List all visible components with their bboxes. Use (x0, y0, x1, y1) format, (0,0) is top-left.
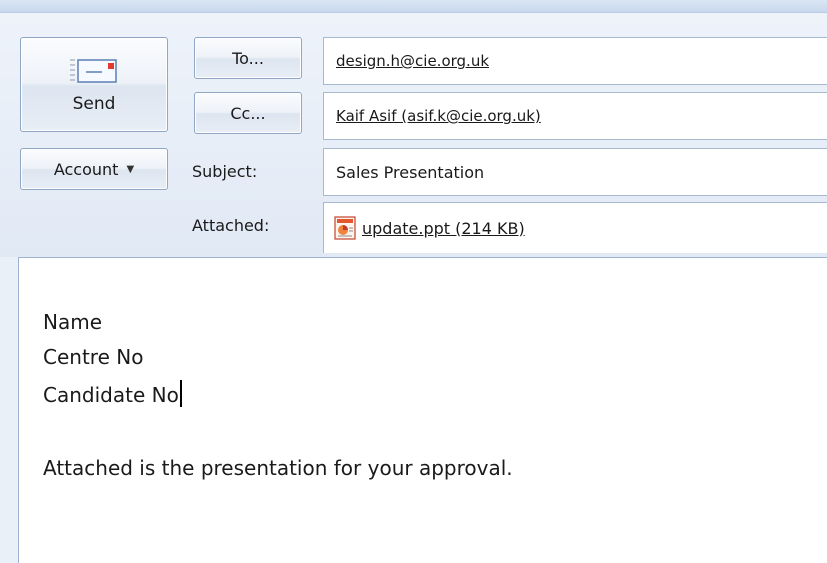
cc-field[interactable]: Kaif Asif (asif.k@cie.org.uk) (323, 92, 827, 140)
text-cursor (179, 380, 182, 407)
body-line-name: Name (43, 310, 103, 334)
body-line-message: Attached is the presentation for your ap… (43, 456, 513, 480)
account-button-label: Account (53, 159, 119, 179)
send-label: Send (72, 93, 116, 114)
attachment-link[interactable]: update.ppt (214 KB) (362, 219, 525, 238)
subject-label: Subject: (192, 162, 258, 181)
body-line-candidate-text: Candidate No (43, 383, 179, 407)
cc-button-label: Cc... (230, 103, 266, 123)
attachment-field: update.ppt (214 KB) (323, 202, 827, 253)
message-body[interactable]: Name Centre No Candidate No Attached is … (18, 257, 827, 563)
send-button[interactable]: Send (20, 37, 168, 132)
window-top-band (0, 0, 827, 13)
subject-field[interactable]: Sales Presentation (323, 148, 827, 196)
to-button[interactable]: To... (194, 37, 302, 79)
to-field[interactable]: design.h@cie.org.uk (323, 37, 827, 85)
to-recipient[interactable]: design.h@cie.org.uk (336, 52, 489, 70)
powerpoint-file-icon[interactable] (334, 216, 356, 240)
body-line-candidate: Candidate No (43, 380, 182, 407)
envelope-send-icon (70, 58, 117, 83)
cc-recipient[interactable]: Kaif Asif (asif.k@cie.org.uk) (336, 107, 541, 125)
to-button-label: To... (232, 48, 264, 68)
chevron-down-icon: ▼ (126, 163, 135, 175)
body-line-centre: Centre No (43, 345, 144, 369)
cc-button[interactable]: Cc... (194, 92, 302, 134)
account-button[interactable]: Account ▼ (20, 148, 168, 190)
attached-label: Attached: (192, 216, 270, 235)
subject-value: Sales Presentation (336, 162, 485, 182)
